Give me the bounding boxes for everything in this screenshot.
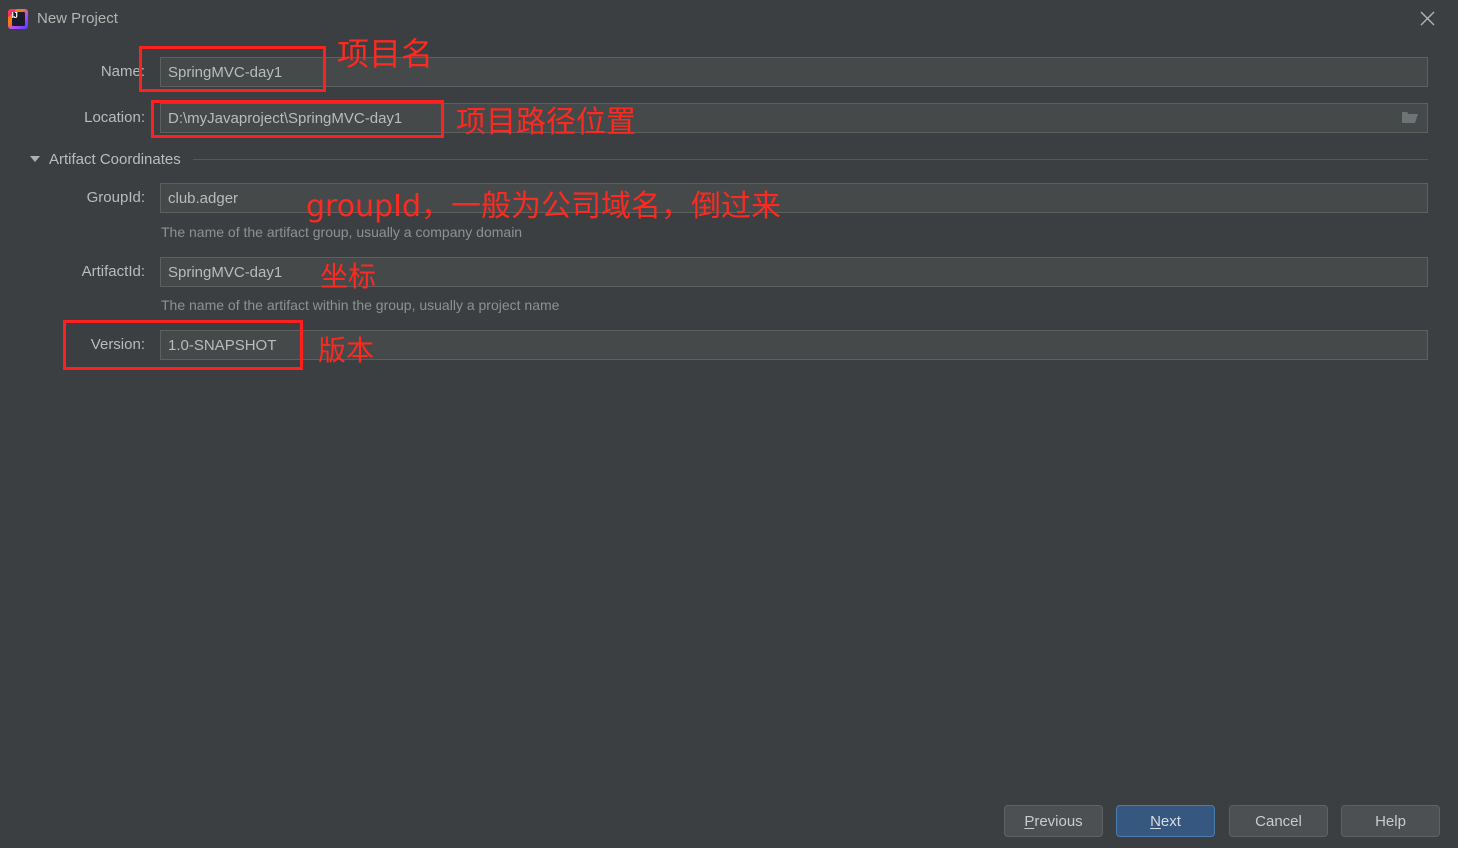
- artifact-coordinates-label: Artifact Coordinates: [49, 150, 181, 168]
- next-button-mnemonic: N: [1150, 812, 1161, 830]
- artifact-coordinates-section-header[interactable]: Artifact Coordinates: [30, 148, 1430, 170]
- close-icon: [1420, 11, 1434, 26]
- previous-button[interactable]: Previous: [1004, 805, 1103, 837]
- version-input-value: 1.0-SNAPSHOT: [168, 336, 277, 354]
- intellij-idea-logo-icon: IJ: [8, 9, 28, 29]
- new-project-dialog: IJ New Project Name: SpringMVC-day1 Loca…: [0, 0, 1458, 848]
- next-button-label: ext: [1160, 812, 1181, 830]
- artifactid-label: ArtifactId:: [81, 263, 145, 280]
- artifactid-input[interactable]: SpringMVC-day1: [160, 257, 1428, 287]
- help-button[interactable]: Help: [1341, 805, 1440, 837]
- section-divider: [192, 158, 1428, 160]
- artifactid-input-value: SpringMVC-day1: [168, 263, 283, 281]
- title-bar: IJ New Project: [0, 0, 1458, 37]
- name-input-value: SpringMVC-day1: [168, 63, 283, 81]
- location-input-value: D:\myJavaproject\SpringMVC-day1: [168, 109, 403, 127]
- groupid-helper-text: The name of the artifact group, usually …: [161, 224, 523, 240]
- version-input[interactable]: 1.0-SNAPSHOT: [160, 330, 1428, 360]
- window-title: New Project: [37, 10, 118, 27]
- name-label: Name:: [100, 63, 145, 80]
- previous-button-label: revious: [1034, 812, 1083, 830]
- groupid-input[interactable]: club.adger: [160, 183, 1428, 213]
- help-button-label: Help: [1375, 812, 1406, 830]
- location-input[interactable]: D:\myJavaproject\SpringMVC-day1: [160, 103, 1428, 133]
- artifactid-helper-text: The name of the artifact within the grou…: [161, 297, 560, 313]
- location-label: Location:: [84, 109, 145, 126]
- chevron-down-icon: [30, 156, 40, 162]
- groupid-input-value: club.adger: [168, 189, 239, 207]
- version-label: Version:: [90, 336, 145, 353]
- folder-icon[interactable]: [1401, 111, 1419, 125]
- next-button[interactable]: Next: [1116, 805, 1215, 837]
- cancel-button-label: Cancel: [1255, 812, 1302, 830]
- cancel-button[interactable]: Cancel: [1229, 805, 1328, 837]
- groupid-label: GroupId:: [86, 189, 145, 206]
- close-button[interactable]: [1404, 0, 1450, 37]
- name-input[interactable]: SpringMVC-day1: [160, 57, 1428, 87]
- previous-button-mnemonic: P: [1024, 812, 1035, 830]
- logo-ij-text: IJ: [11, 11, 18, 20]
